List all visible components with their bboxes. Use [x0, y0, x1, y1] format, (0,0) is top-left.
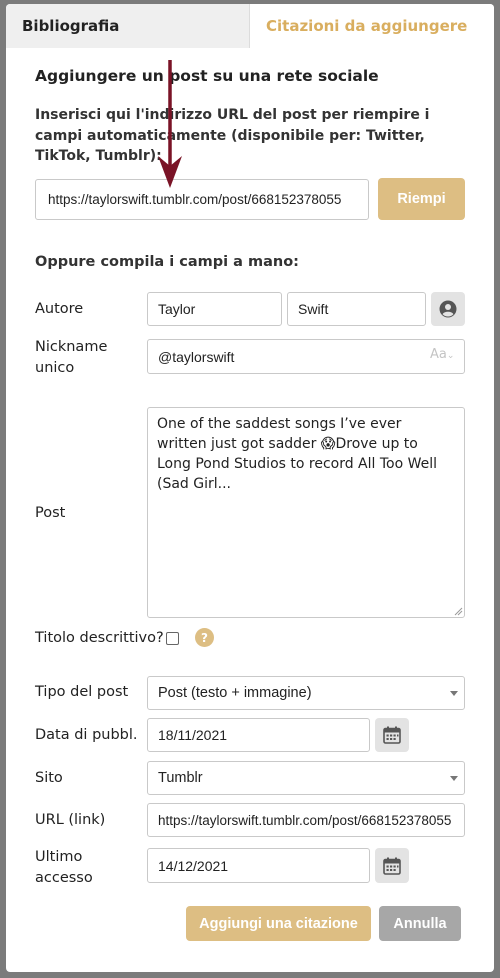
author-first-name-input[interactable]: Taylor — [147, 292, 282, 326]
tab-bar: Bibliografia Citazioni da aggiungere — [6, 4, 494, 48]
fill-button[interactable]: Riempi — [378, 178, 465, 220]
last-access-label: Ultimo accesso — [35, 849, 93, 886]
descriptive-title-checkbox[interactable] — [166, 632, 179, 645]
post-label: Post — [35, 505, 66, 521]
nickname-value: @taylorswift — [158, 348, 235, 365]
pub-date-calendar-button[interactable] — [375, 718, 409, 752]
descriptive-title-label: Titolo descrittivo? — [35, 630, 164, 646]
url-label: URL (link) — [35, 812, 106, 828]
help-icon[interactable]: ? — [195, 628, 214, 647]
text-format-icon[interactable]: Aa⌄ — [430, 347, 454, 362]
site-value: Tumblr — [158, 770, 203, 786]
manual-section-heading: Oppure compila i campi a mano: — [35, 254, 299, 270]
calendar-icon — [383, 726, 401, 744]
post-textarea[interactable]: One of the saddest songs I’ve ever writt… — [147, 407, 465, 618]
author-last-name-input[interactable]: Swift — [287, 292, 426, 326]
site-label: Sito — [35, 770, 63, 786]
url-input[interactable]: https://taylorswift.tumblr.com/post/6681… — [147, 803, 465, 837]
last-access-calendar-button[interactable] — [375, 848, 409, 883]
chevron-down-icon — [450, 691, 458, 696]
text-format-label: Aa — [430, 347, 447, 362]
user-icon — [439, 300, 457, 318]
post-url-input[interactable]: https://taylorswift.tumblr.com/post/6681… — [35, 179, 369, 220]
calendar-icon — [383, 857, 401, 875]
add-citation-button[interactable]: Aggiungi una citazione — [186, 906, 371, 941]
tab-add-citations[interactable]: Citazioni da aggiungere — [250, 4, 494, 48]
site-select[interactable]: Tumblr — [147, 761, 465, 795]
pub-date-input[interactable]: 18/11/2021 — [147, 718, 370, 752]
social-section-title: Aggiungere un post su una rete sociale — [35, 67, 379, 85]
cancel-button[interactable]: Annulla — [379, 906, 461, 941]
post-text: One of the saddest songs I’ve ever writt… — [157, 416, 438, 492]
last-access-input[interactable]: 14/12/2021 — [147, 848, 370, 883]
post-type-label: Tipo del post — [35, 684, 129, 700]
nickname-label: Nickname unico — [35, 339, 108, 376]
nickname-input[interactable]: @taylorswift — [147, 339, 465, 374]
post-type-select[interactable]: Post (testo + immagine) — [147, 676, 465, 710]
citation-panel: Bibliografia Citazioni da aggiungere Agg… — [6, 4, 494, 972]
chevron-down-icon — [450, 776, 458, 781]
down-arrow-annotation-icon — [158, 60, 182, 188]
social-section-description: Inserisci qui l'indirizzo URL del post p… — [35, 107, 430, 164]
tab-bibliography[interactable]: Bibliografia — [6, 4, 250, 48]
author-type-button[interactable] — [431, 292, 465, 326]
author-label: Autore — [35, 301, 84, 317]
resize-handle-icon[interactable] — [453, 606, 463, 616]
post-type-value: Post (testo + immagine) — [158, 685, 312, 701]
pub-date-label: Data di pubbl. — [35, 727, 138, 743]
help-icon-symbol: ? — [201, 630, 208, 645]
